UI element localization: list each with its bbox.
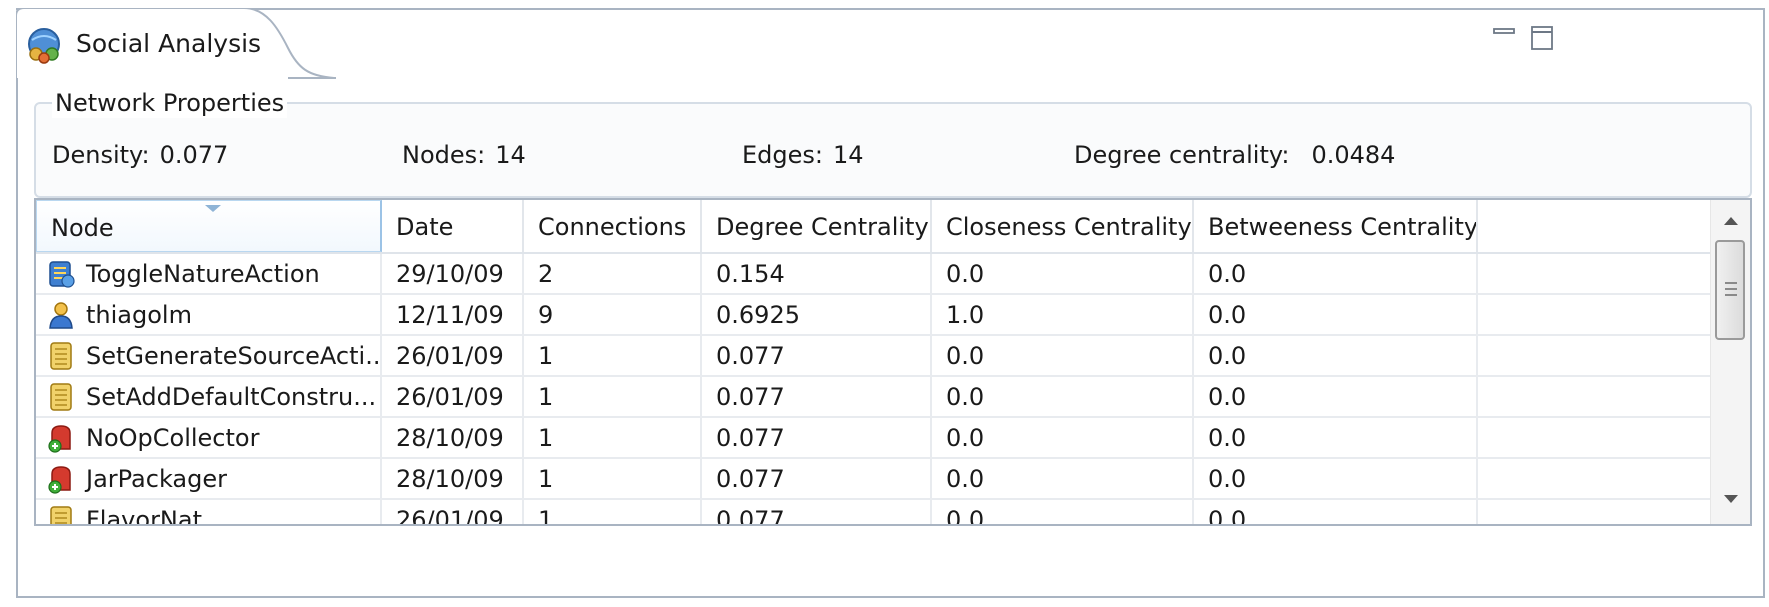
- connections-cell: 2: [524, 254, 702, 295]
- density-value: 0.077: [159, 141, 229, 169]
- social-analysis-view: Social Analysis Network Properties Densi…: [16, 8, 1765, 598]
- red-class-add-icon: [48, 466, 71, 494]
- network-properties-group: [34, 102, 1752, 198]
- degree-centrality-cell: 0.077: [702, 500, 932, 524]
- nodes-value: 14: [495, 141, 526, 169]
- table-row[interactable]: FlavorNat 26/01/09 1 0.077 0.0 0.0: [36, 500, 1710, 526]
- column-header-date[interactable]: Date: [382, 200, 524, 252]
- betweeness-centrality-cell: 0.0: [1194, 500, 1478, 524]
- node-name: SetGenerateSourceActi...: [86, 342, 382, 370]
- java-class-icon: [49, 261, 75, 288]
- date-cell: 29/10/09: [382, 254, 524, 295]
- scrollbar-thumb[interactable]: [1715, 240, 1745, 340]
- table-header: Node Date Connections Degree Centrality …: [36, 200, 1710, 254]
- degree-centrality-cell: 0.6925: [702, 295, 932, 336]
- table-row[interactable]: SetAddDefaultConstru... 26/01/09 1 0.077…: [36, 377, 1710, 418]
- edges-property: Edges: 14: [742, 140, 864, 170]
- grip-line: [1725, 288, 1737, 290]
- connections-cell: 1: [524, 418, 702, 459]
- date-cell: 28/10/09: [382, 459, 524, 500]
- edges-label: Edges:: [742, 141, 823, 169]
- table-row[interactable]: thiagolm 12/11/09 9 0.6925 1.0 0.0: [36, 295, 1710, 336]
- degree-centrality-value: 0.0484: [1311, 141, 1396, 169]
- degree-centrality-cell: 0.077: [702, 336, 932, 377]
- betweeness-centrality-cell: 0.0: [1194, 295, 1478, 336]
- table-row[interactable]: ToggleNatureAction 29/10/09 2 0.154 0.0 …: [36, 254, 1710, 295]
- connections-cell: 1: [524, 459, 702, 500]
- social-network-icon: [28, 28, 60, 64]
- connections-cell: 1: [524, 500, 702, 524]
- document-icon: [50, 506, 72, 524]
- table-row[interactable]: NoOpCollector 28/10/09 1 0.077 0.0 0.0: [36, 418, 1710, 459]
- column-header-node[interactable]: Node: [36, 200, 382, 252]
- betweeness-centrality-cell: 0.0: [1194, 254, 1478, 295]
- tab-label: Social Analysis: [76, 29, 262, 58]
- column-header-connections[interactable]: Connections: [524, 200, 702, 252]
- date-cell: 12/11/09: [382, 295, 524, 336]
- grip-line: [1725, 282, 1737, 284]
- edges-value: 14: [833, 141, 864, 169]
- closeness-centrality-cell: 0.0: [932, 459, 1194, 500]
- degree-centrality-cell: 0.077: [702, 459, 932, 500]
- node-name: JarPackager: [86, 465, 227, 493]
- node-name: thiagolm: [86, 301, 192, 329]
- node-name: ToggleNatureAction: [86, 260, 320, 288]
- closeness-centrality-cell: 0.0: [932, 254, 1194, 295]
- betweeness-centrality-cell: 0.0: [1194, 459, 1478, 500]
- connections-cell: 1: [524, 377, 702, 418]
- degree-centrality-cell: 0.077: [702, 377, 932, 418]
- grip-line: [1725, 294, 1737, 296]
- document-icon: [50, 342, 72, 370]
- node-name: SetAddDefaultConstru...: [86, 383, 377, 411]
- column-header-degree-centrality[interactable]: Degree Centrality: [702, 200, 932, 252]
- date-cell: 26/01/09: [382, 336, 524, 377]
- betweeness-centrality-cell: 0.0: [1194, 377, 1478, 418]
- table-row[interactable]: JarPackager 28/10/09 1 0.077 0.0 0.0: [36, 459, 1710, 500]
- closeness-centrality-cell: 0.0: [932, 377, 1194, 418]
- node-table: Node Date Connections Degree Centrality …: [34, 198, 1752, 526]
- document-icon: [50, 383, 72, 411]
- column-header-closeness-centrality[interactable]: Closeness Centrality: [932, 200, 1194, 252]
- closeness-centrality-cell: 0.0: [932, 500, 1194, 524]
- date-cell: 26/01/09: [382, 377, 524, 418]
- betweeness-centrality-cell: 0.0: [1194, 418, 1478, 459]
- density-property: Density: 0.077: [52, 140, 228, 170]
- node-name: NoOpCollector: [86, 424, 260, 452]
- red-class-add-icon: [48, 425, 71, 453]
- closeness-centrality-cell: 0.0: [932, 336, 1194, 377]
- person-icon: [49, 302, 73, 329]
- closeness-centrality-cell: 0.0: [932, 418, 1194, 459]
- column-header-betweeness-centrality[interactable]: Betweeness Centrality: [1194, 200, 1478, 252]
- network-properties-title: Network Properties: [52, 88, 288, 118]
- density-label: Density:: [52, 141, 150, 169]
- scroll-up-arrow-icon[interactable]: [1721, 214, 1741, 228]
- maximize-icon[interactable]: [1530, 24, 1554, 52]
- column-header-filler: [1478, 200, 1710, 252]
- date-cell: 28/10/09: [382, 418, 524, 459]
- connections-cell: 1: [524, 336, 702, 377]
- scroll-down-arrow-icon[interactable]: [1721, 492, 1741, 506]
- sort-indicator-icon: [205, 205, 221, 212]
- table-row[interactable]: SetGenerateSourceActi... 26/01/09 1 0.07…: [36, 336, 1710, 377]
- betweeness-centrality-cell: 0.0: [1194, 336, 1478, 377]
- vertical-scrollbar[interactable]: [1710, 200, 1750, 524]
- degree-centrality-label: Degree centrality:: [1074, 141, 1290, 169]
- node-name: FlavorNat: [86, 506, 203, 526]
- date-cell: 26/01/09: [382, 500, 524, 524]
- degree-centrality-cell: 0.077: [702, 418, 932, 459]
- degree-centrality-property: Degree centrality: 0.0484: [1074, 140, 1395, 170]
- connections-cell: 9: [524, 295, 702, 336]
- minimize-icon[interactable]: [1492, 24, 1516, 42]
- closeness-centrality-cell: 1.0: [932, 295, 1194, 336]
- nodes-label: Nodes:: [402, 141, 486, 169]
- nodes-property: Nodes: 14: [402, 140, 526, 170]
- degree-centrality-cell: 0.154: [702, 254, 932, 295]
